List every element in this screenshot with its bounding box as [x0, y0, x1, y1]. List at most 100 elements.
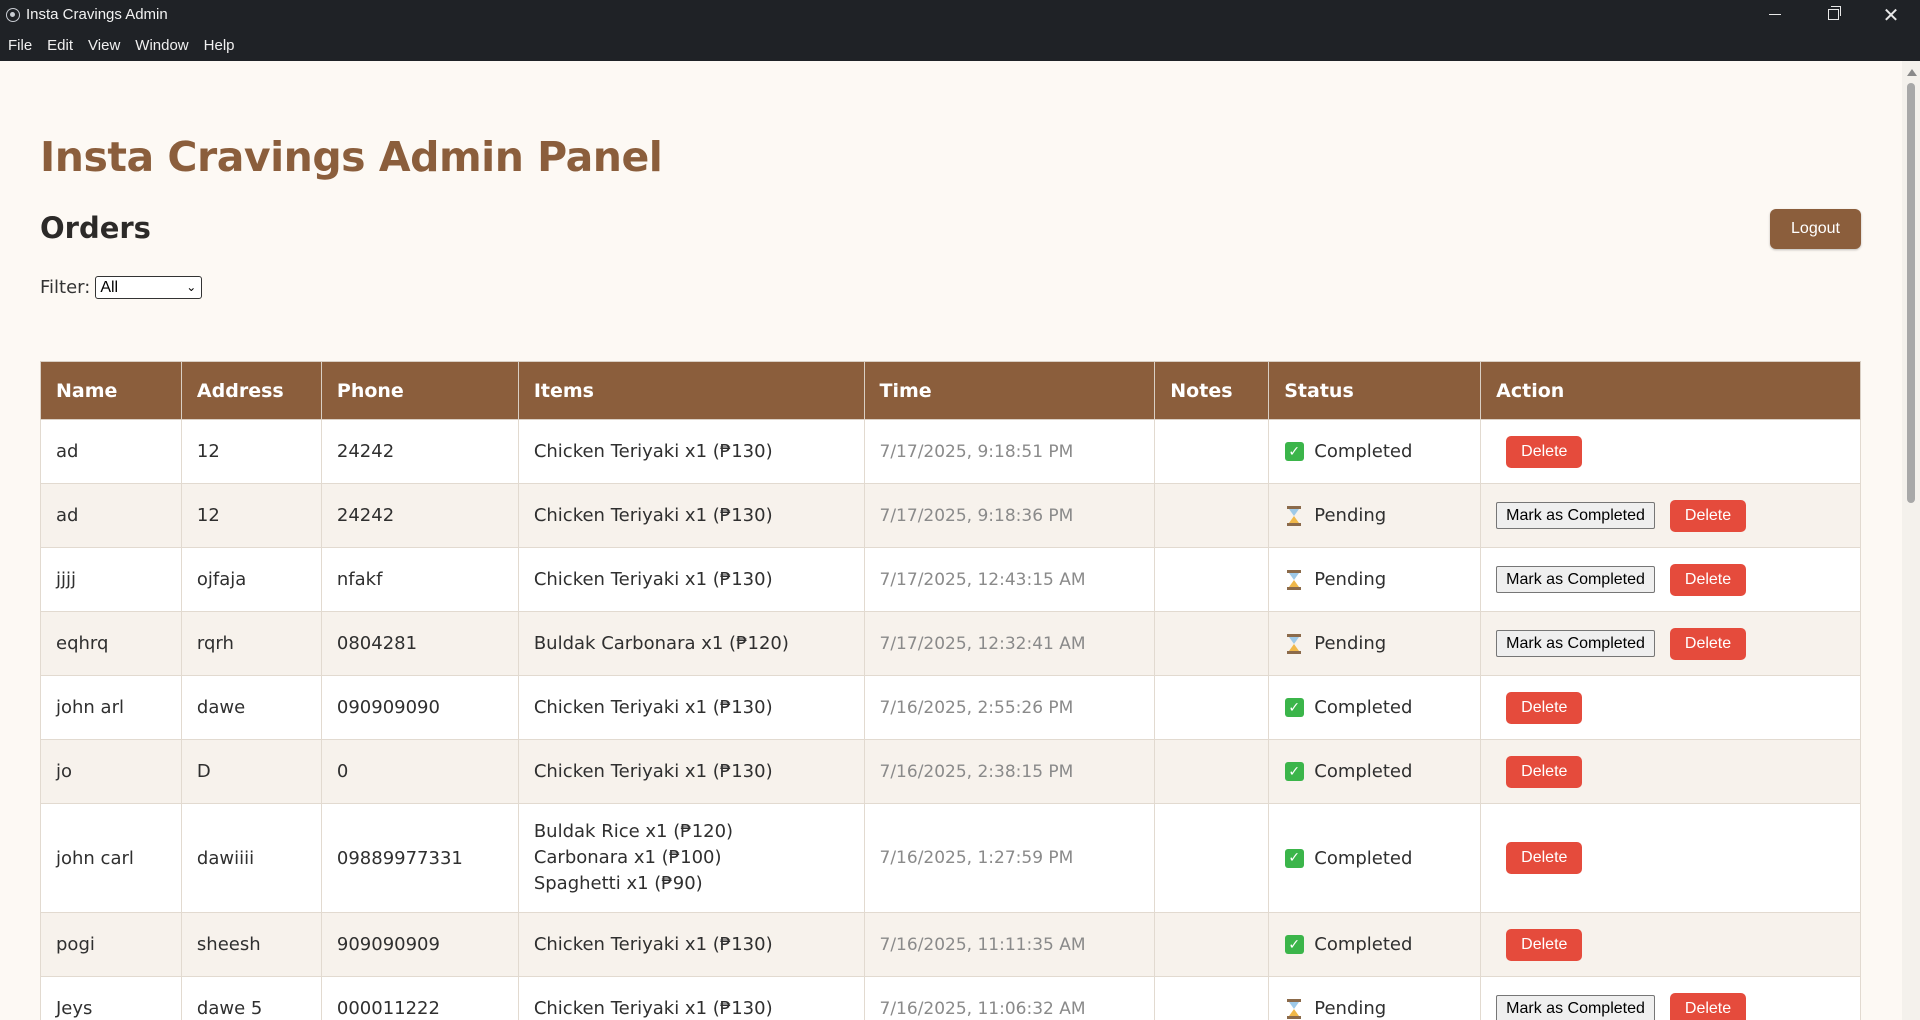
header-items: Items: [517, 361, 865, 420]
cell-status: Pending: [1268, 611, 1482, 676]
item-line: Chicken Teriyaki x1 (₱130): [533, 696, 773, 718]
table-row: john arl dawe 090909090 Chicken Teriyaki x1…: [40, 675, 1861, 740]
item-line: Buldak Rice x1 (₱120): [533, 821, 734, 842]
menu-window[interactable]: Window: [127, 37, 195, 54]
restore-icon: [1827, 6, 1841, 20]
menu-file[interactable]: File: [0, 37, 39, 54]
cell-notes: [1154, 976, 1270, 1020]
delete-button[interactable]: Delete: [1506, 928, 1583, 961]
delete-button[interactable]: Delete: [1506, 755, 1583, 788]
row-actions: Mark as Completed Delete: [1496, 627, 1845, 660]
filter-row: Filter: All ⌄: [40, 276, 203, 299]
cell-notes: [1154, 912, 1270, 977]
filter-select[interactable]: All ⌄: [95, 276, 203, 299]
cell-phone: 24242: [320, 483, 519, 548]
header-time: Time: [863, 361, 1156, 420]
row-actions: Delete: [1496, 755, 1845, 788]
cell-notes: [1154, 419, 1270, 484]
delete-button[interactable]: Delete: [1506, 435, 1583, 468]
header-action: Action: [1480, 361, 1861, 420]
scrollbar[interactable]: [1902, 61, 1920, 1020]
restore-button[interactable]: [1804, 0, 1862, 29]
hourglass-icon: [1284, 998, 1304, 1019]
cell-time: 7/16/2025, 11:11:35 AM: [863, 912, 1156, 977]
cell-address: 12: [180, 483, 322, 548]
delete-button[interactable]: Delete: [1506, 691, 1583, 724]
cell-name: john arl: [40, 675, 182, 740]
scroll-up-icon[interactable]: [1907, 69, 1917, 76]
mark-completed-button[interactable]: Mark as Completed: [1496, 995, 1655, 1020]
cell-items: Chicken Teriyaki x1 (₱130): [517, 739, 865, 804]
cell-time: 7/16/2025, 1:27:59 PM: [863, 803, 1156, 913]
status-badge: Pending: [1284, 569, 1465, 590]
status-badge: Pending: [1284, 505, 1465, 526]
cell-address: ojfaja: [180, 547, 322, 612]
menu-view[interactable]: View: [80, 37, 127, 54]
delete-button[interactable]: Delete: [1669, 627, 1747, 660]
cell-name: ad: [40, 483, 182, 548]
header-address: Address: [180, 361, 322, 420]
status-badge: ✓ Completed: [1284, 697, 1465, 718]
cell-address: dawiiii: [180, 803, 322, 913]
menu-bar: File Edit View Window Help: [0, 29, 1920, 61]
cell-status: ✓ Completed: [1268, 419, 1482, 484]
item-line: Chicken Teriyaki x1 (₱130): [533, 997, 773, 1019]
row-actions: Delete: [1496, 691, 1845, 724]
window-titlebar: Insta Cravings Admin ✕: [0, 0, 1920, 29]
mark-completed-button[interactable]: Mark as Completed: [1496, 566, 1655, 593]
cell-time: 7/16/2025, 2:55:26 PM: [863, 675, 1156, 740]
mark-completed-button[interactable]: Mark as Completed: [1496, 502, 1655, 529]
header-notes: Notes: [1154, 361, 1270, 420]
header-phone: Phone: [320, 361, 519, 420]
table-row: jo D 0 Chicken Teriyaki x1 (₱130) 7/16/2025,…: [40, 739, 1861, 804]
cell-notes: [1154, 483, 1270, 548]
status-text: Completed: [1314, 934, 1413, 955]
delete-button[interactable]: Delete: [1506, 842, 1583, 874]
cell-time: 7/17/2025, 12:32:41 AM: [863, 611, 1156, 676]
minimize-button[interactable]: [1746, 0, 1804, 29]
logout-button[interactable]: Logout: [1770, 209, 1861, 249]
cell-status: Pending: [1268, 483, 1482, 548]
cell-items: Buldak Rice x1 (₱120) Carbonara x1 (₱100)…: [517, 803, 865, 913]
check-icon: ✓: [1284, 935, 1304, 955]
row-actions: Mark as Completed Delete: [1496, 499, 1845, 532]
cell-name: jo: [40, 739, 182, 804]
status-badge: Pending: [1284, 633, 1465, 654]
menu-edit[interactable]: Edit: [39, 37, 80, 54]
cell-phone: 09889977331: [320, 803, 519, 913]
cell-phone: 24242: [320, 419, 519, 484]
item-line: Carbonara x1 (₱100): [533, 847, 722, 868]
item-line: Chicken Teriyaki x1 (₱130): [533, 440, 773, 462]
hourglass-icon: [1284, 505, 1304, 526]
close-button[interactable]: ✕: [1862, 0, 1920, 29]
table-row: eqhrq rqrh 0804281 Buldak Carbonara x1 (₱12…: [40, 611, 1861, 676]
status-text: Pending: [1314, 505, 1387, 526]
minimize-icon: [1769, 14, 1781, 15]
hourglass-icon: [1284, 569, 1304, 590]
cell-notes: [1154, 739, 1270, 804]
scrollbar-thumb[interactable]: [1907, 83, 1915, 503]
status-text: Completed: [1314, 847, 1413, 869]
cell-items: Chicken Teriyaki x1 (₱130): [517, 547, 865, 612]
mark-completed-button[interactable]: Mark as Completed: [1496, 630, 1655, 657]
table-row: ad 12 24242 Chicken Teriyaki x1 (₱130) 7/17/…: [40, 419, 1861, 484]
cell-status: ✓ Completed: [1268, 803, 1482, 913]
cell-action: Delete: [1480, 912, 1861, 977]
menu-help[interactable]: Help: [196, 37, 242, 54]
delete-button[interactable]: Delete: [1669, 992, 1747, 1020]
status-text: Pending: [1314, 633, 1387, 654]
status-badge: ✓ Completed: [1284, 441, 1465, 462]
hourglass-icon: [1284, 633, 1304, 654]
delete-button[interactable]: Delete: [1669, 499, 1747, 532]
header-name: Name: [40, 361, 182, 420]
item-line: Chicken Teriyaki x1 (₱130): [533, 933, 773, 955]
cell-address: rqrh: [180, 611, 322, 676]
cell-phone: 0: [320, 739, 519, 804]
cell-items: Chicken Teriyaki x1 (₱130): [517, 675, 865, 740]
status-text: Pending: [1314, 569, 1387, 590]
cell-items: Chicken Teriyaki x1 (₱130): [517, 419, 865, 484]
status-text: Completed: [1314, 697, 1413, 718]
cell-action: Mark as Completed Delete: [1480, 547, 1861, 612]
delete-button[interactable]: Delete: [1669, 563, 1747, 596]
window-title: Insta Cravings Admin: [26, 6, 168, 23]
